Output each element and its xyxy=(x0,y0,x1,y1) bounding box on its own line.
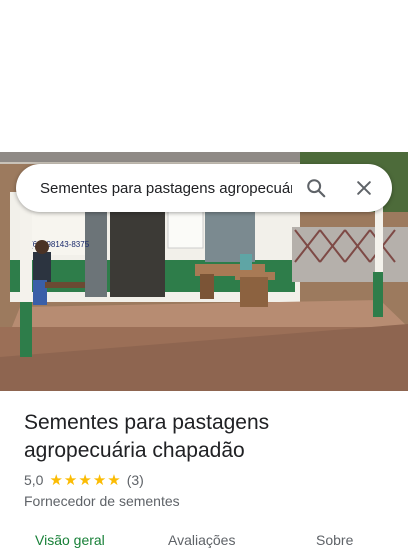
search-input[interactable]: Sementes para pastagens agropecuária cha… xyxy=(40,180,292,197)
search-button[interactable] xyxy=(292,164,340,212)
close-button[interactable] xyxy=(340,164,388,212)
search-icon xyxy=(307,179,326,198)
star-icon: ★ xyxy=(78,471,92,489)
place-title: Sementes para pastagens agropecuária cha… xyxy=(24,411,270,462)
rating-value: 5,0 xyxy=(24,472,44,488)
star-icon: ★ xyxy=(107,471,121,489)
star-icon: ★ xyxy=(49,471,63,489)
search-bar[interactable]: Sementes para pastagens agropecuária cha… xyxy=(16,164,392,212)
tab-overview[interactable]: Visão geral xyxy=(35,532,105,548)
tab-reviews[interactable]: Avaliações xyxy=(168,532,235,548)
tab-about[interactable]: Sobre xyxy=(316,532,353,548)
tab-bar: Visão geral Avaliações Sobre xyxy=(0,532,408,552)
rating-stars: ★ ★ ★ ★ ★ xyxy=(49,473,120,488)
close-icon xyxy=(357,181,371,195)
rating-row[interactable]: 5,0 ★ ★ ★ ★ ★ (3) xyxy=(24,472,144,488)
star-icon: ★ xyxy=(92,471,107,489)
review-count[interactable]: (3) xyxy=(127,472,144,488)
place-category: Fornecedor de sementes xyxy=(24,493,180,509)
star-icon: ★ xyxy=(63,471,78,489)
